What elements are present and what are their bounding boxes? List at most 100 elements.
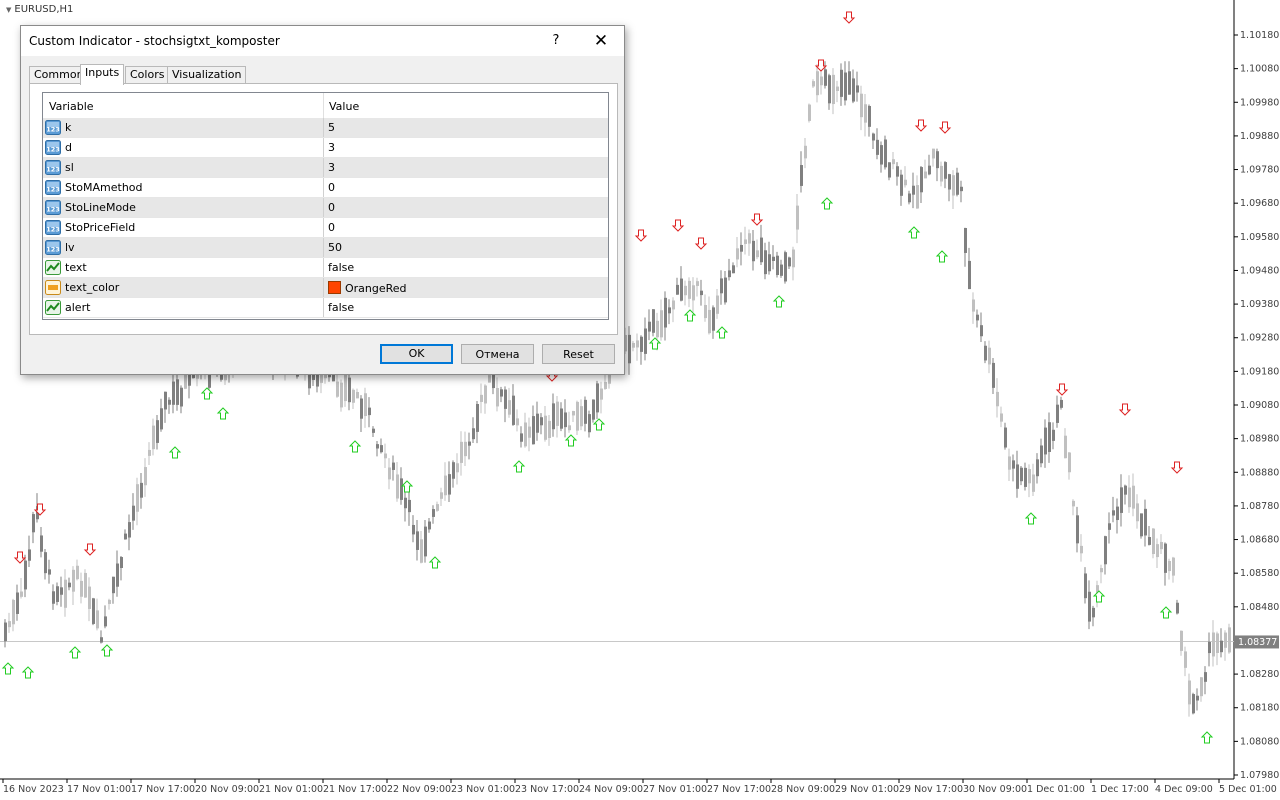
candle-body — [680, 278, 683, 301]
sell-arrow-icon — [671, 219, 685, 232]
sell-arrow-icon — [1170, 461, 1184, 474]
time-axis-label: 23 Nov 17:00 — [515, 784, 579, 795]
candle-body — [500, 389, 503, 397]
candle-body — [708, 309, 711, 334]
time-axis-label: 21 Nov 17:00 — [323, 784, 387, 795]
reset-button[interactable]: Reset — [542, 344, 615, 364]
column-header-variable[interactable]: Variable — [49, 100, 94, 113]
candle-body — [12, 599, 15, 625]
candle-body — [720, 278, 723, 294]
price-axis-label: 1.07980 — [1240, 770, 1279, 781]
candle-body — [640, 336, 643, 352]
candle-body — [28, 549, 31, 561]
candle-body — [144, 467, 147, 486]
param-value[interactable]: OrangeRed — [328, 281, 407, 295]
candle-body — [1116, 506, 1119, 521]
price-axis-label: 1.09680 — [1240, 198, 1279, 209]
close-icon[interactable]: ✕ — [586, 29, 616, 53]
candle-body — [420, 539, 423, 563]
candle-body — [1052, 429, 1055, 441]
candle-body — [1216, 633, 1219, 654]
inputs-grid: Variable Value 123 k 5 123 d 3 123 sl 3 123 StoMAm… — [42, 92, 609, 320]
candle-body — [848, 71, 851, 95]
candle-body — [716, 295, 719, 314]
param-value[interactable]: 3 — [328, 141, 335, 154]
svg-text:123: 123 — [46, 206, 60, 214]
candle-body — [476, 404, 479, 432]
param-row-alert[interactable]: alert false — [43, 298, 608, 318]
candle-body — [168, 399, 171, 405]
candle-body — [460, 441, 463, 463]
candle-body — [32, 514, 35, 533]
param-value[interactable]: false — [328, 261, 354, 274]
svg-text:123: 123 — [46, 146, 60, 154]
candle-body — [1056, 404, 1059, 423]
candle-body — [1076, 515, 1079, 544]
candle-body — [860, 93, 863, 118]
help-button[interactable]: ? — [541, 29, 571, 53]
cancel-button[interactable]: Отмена — [461, 344, 534, 364]
symbol-dropdown-icon[interactable]: ▼ — [6, 6, 11, 14]
param-value[interactable]: false — [328, 301, 354, 314]
sell-arrow-icon — [914, 119, 928, 132]
candle-body — [692, 285, 695, 301]
ok-button[interactable]: OK — [380, 344, 453, 364]
param-value[interactable]: 0 — [328, 221, 335, 234]
param-row-sl[interactable]: 123 sl 3 — [43, 158, 608, 178]
header-divider[interactable] — [323, 93, 324, 118]
price-axis-label: 1.09480 — [1240, 265, 1279, 276]
param-row-stolinemode[interactable]: 123 StoLineMode 0 — [43, 198, 608, 218]
candle-body — [364, 393, 367, 417]
candle-body — [628, 334, 631, 364]
candle-body — [176, 379, 179, 405]
candle-body — [112, 576, 115, 594]
param-row-lv[interactable]: 123 lv 50 — [43, 238, 608, 258]
price-axis-label: 1.08880 — [1240, 467, 1279, 478]
param-value[interactable]: 50 — [328, 241, 342, 254]
param-row-stomamethod[interactable]: 123 StoMAmethod 0 — [43, 178, 608, 198]
sell-arrow-icon — [13, 551, 27, 564]
candle-body — [432, 509, 435, 517]
candle-body — [1164, 543, 1167, 573]
candle-body — [936, 151, 939, 169]
time-axis-label: 27 Nov 17:00 — [707, 784, 771, 795]
candle-body — [1160, 541, 1163, 550]
svg-text:123: 123 — [46, 226, 60, 234]
candle-body — [388, 467, 391, 480]
price-axis-label: 1.09880 — [1240, 131, 1279, 142]
param-value[interactable]: 3 — [328, 161, 335, 174]
price-axis-label: 1.08080 — [1240, 736, 1279, 747]
candle-body — [856, 85, 859, 93]
candle-body — [712, 307, 715, 331]
sell-arrow-icon — [1118, 403, 1132, 416]
candle-body — [124, 533, 127, 540]
candle-body — [952, 175, 955, 196]
param-row-d[interactable]: 123 d 3 — [43, 138, 608, 158]
param-row-text[interactable]: text false — [43, 258, 608, 278]
param-name: StoLineMode — [65, 201, 136, 214]
candle-body — [1068, 452, 1071, 473]
tab-inputs[interactable]: Inputs — [80, 64, 125, 85]
buy-arrow-icon — [820, 197, 834, 210]
candle-body — [888, 162, 891, 178]
param-row-k[interactable]: 123 k 5 — [43, 118, 608, 138]
candle-body — [660, 310, 663, 338]
param-value[interactable]: 0 — [328, 181, 335, 194]
dialog-titlebar[interactable]: Custom Indicator - stochsigtxt_komposter… — [21, 26, 624, 56]
candle-body — [732, 265, 735, 274]
candle-body — [920, 167, 923, 193]
candle-body — [652, 309, 655, 333]
param-row-stopricefield[interactable]: 123 StoPriceField 0 — [43, 218, 608, 238]
column-header-value[interactable]: Value — [329, 100, 359, 113]
candle-body — [484, 385, 487, 404]
candle-body — [868, 105, 871, 127]
tab-colors[interactable]: Colors — [125, 66, 170, 84]
color-swatch — [328, 281, 341, 294]
column-divider — [323, 198, 324, 218]
candle-body — [1156, 544, 1159, 558]
param-row-text-color[interactable]: text_color OrangeRed — [43, 278, 608, 298]
param-value[interactable]: 0 — [328, 201, 335, 214]
tab-visualization[interactable]: Visualization — [167, 66, 247, 84]
candle-body — [552, 403, 555, 430]
param-value[interactable]: 5 — [328, 121, 335, 134]
